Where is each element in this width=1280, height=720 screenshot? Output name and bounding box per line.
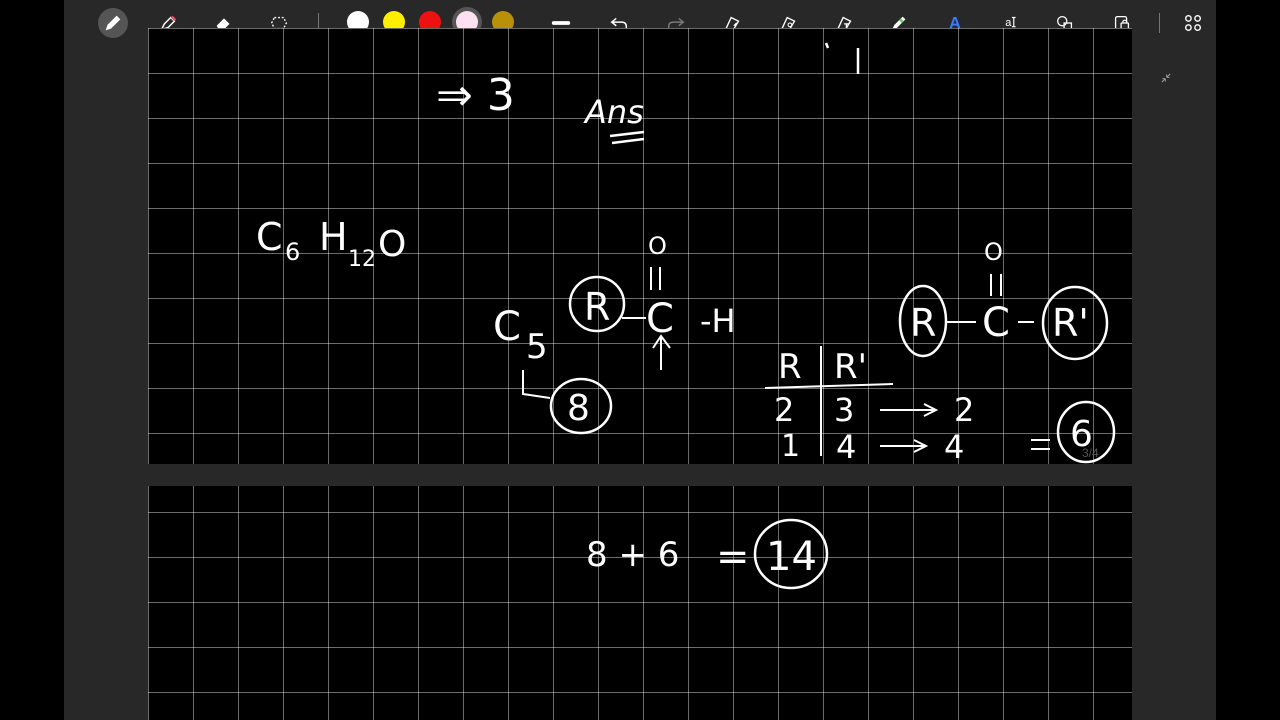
aldehyde-carbon: C (646, 296, 674, 342)
aldehyde-c5: C (493, 304, 521, 350)
answer-label: Ans (583, 93, 644, 131)
row1-result: 2 (954, 391, 974, 429)
formula-c-subscript: 6 (285, 238, 300, 266)
notebook-page-3[interactable]: ⇒ 3 Ans C 6 H 12 O O C 5 R C -H 8 O R C … (148, 28, 1132, 464)
formula-c: C (256, 215, 283, 259)
aldehyde-hydrogen: -H (700, 302, 736, 340)
aldehyde-c5-subscript: 5 (526, 327, 548, 367)
table-header-r1: R' (834, 347, 867, 387)
ketone-r1: R' (1052, 301, 1089, 345)
aldehyde-count: 8 (567, 388, 590, 429)
svg-text:a: a (1005, 17, 1012, 29)
pen-icon (105, 15, 121, 31)
formula-h: H (319, 215, 348, 259)
equals-sign (1031, 439, 1050, 450)
formula-h-subscript: 12 (348, 247, 376, 272)
row2-r: 1 (781, 429, 800, 464)
aldehyde-oxygen: O (648, 232, 667, 260)
ketone-oxygen: O (984, 238, 1003, 266)
row2-r1: 4 (836, 428, 856, 464)
ink-stroke (824, 42, 860, 74)
row1-r1: 3 (834, 391, 854, 429)
answer-underline (609, 130, 645, 145)
row1-r: 2 (774, 391, 794, 429)
collapse-icon (1161, 73, 1171, 83)
toolbar-separator (1159, 13, 1160, 33)
ketone-carbon: C (982, 300, 1010, 346)
pen-tool-button[interactable] (98, 8, 128, 38)
aldehyde-double-bond (650, 267, 661, 290)
row2-arrow (880, 439, 929, 453)
table-header-r: R (778, 347, 802, 387)
grid-icon (1184, 14, 1202, 32)
ketone-double-bond (990, 274, 1002, 296)
aldehyde-r: R (584, 285, 610, 329)
formula-o: O (378, 224, 406, 265)
sum-expression: 8 + 6 (586, 535, 679, 575)
page-indicator: 3/4 (1082, 446, 1099, 460)
sum-total: 14 (766, 534, 817, 580)
notebook-page-4[interactable]: 8 + 6 = 14 (148, 486, 1132, 720)
collapse-button[interactable] (1156, 68, 1176, 88)
ketone-r: R (910, 301, 936, 345)
sum-equals: = (716, 534, 750, 580)
arrow-bend (522, 370, 551, 399)
handwriting-layer: ⇒ 3 Ans C 6 H 12 O O C 5 R C -H 8 O R C … (256, 42, 1116, 464)
more-tools-button[interactable] (1178, 8, 1208, 38)
row2-result: 4 (944, 428, 964, 464)
implies-3: ⇒ 3 (436, 70, 515, 121)
handwriting-layer: 8 + 6 = 14 (586, 518, 829, 590)
row1-arrow (880, 403, 939, 417)
